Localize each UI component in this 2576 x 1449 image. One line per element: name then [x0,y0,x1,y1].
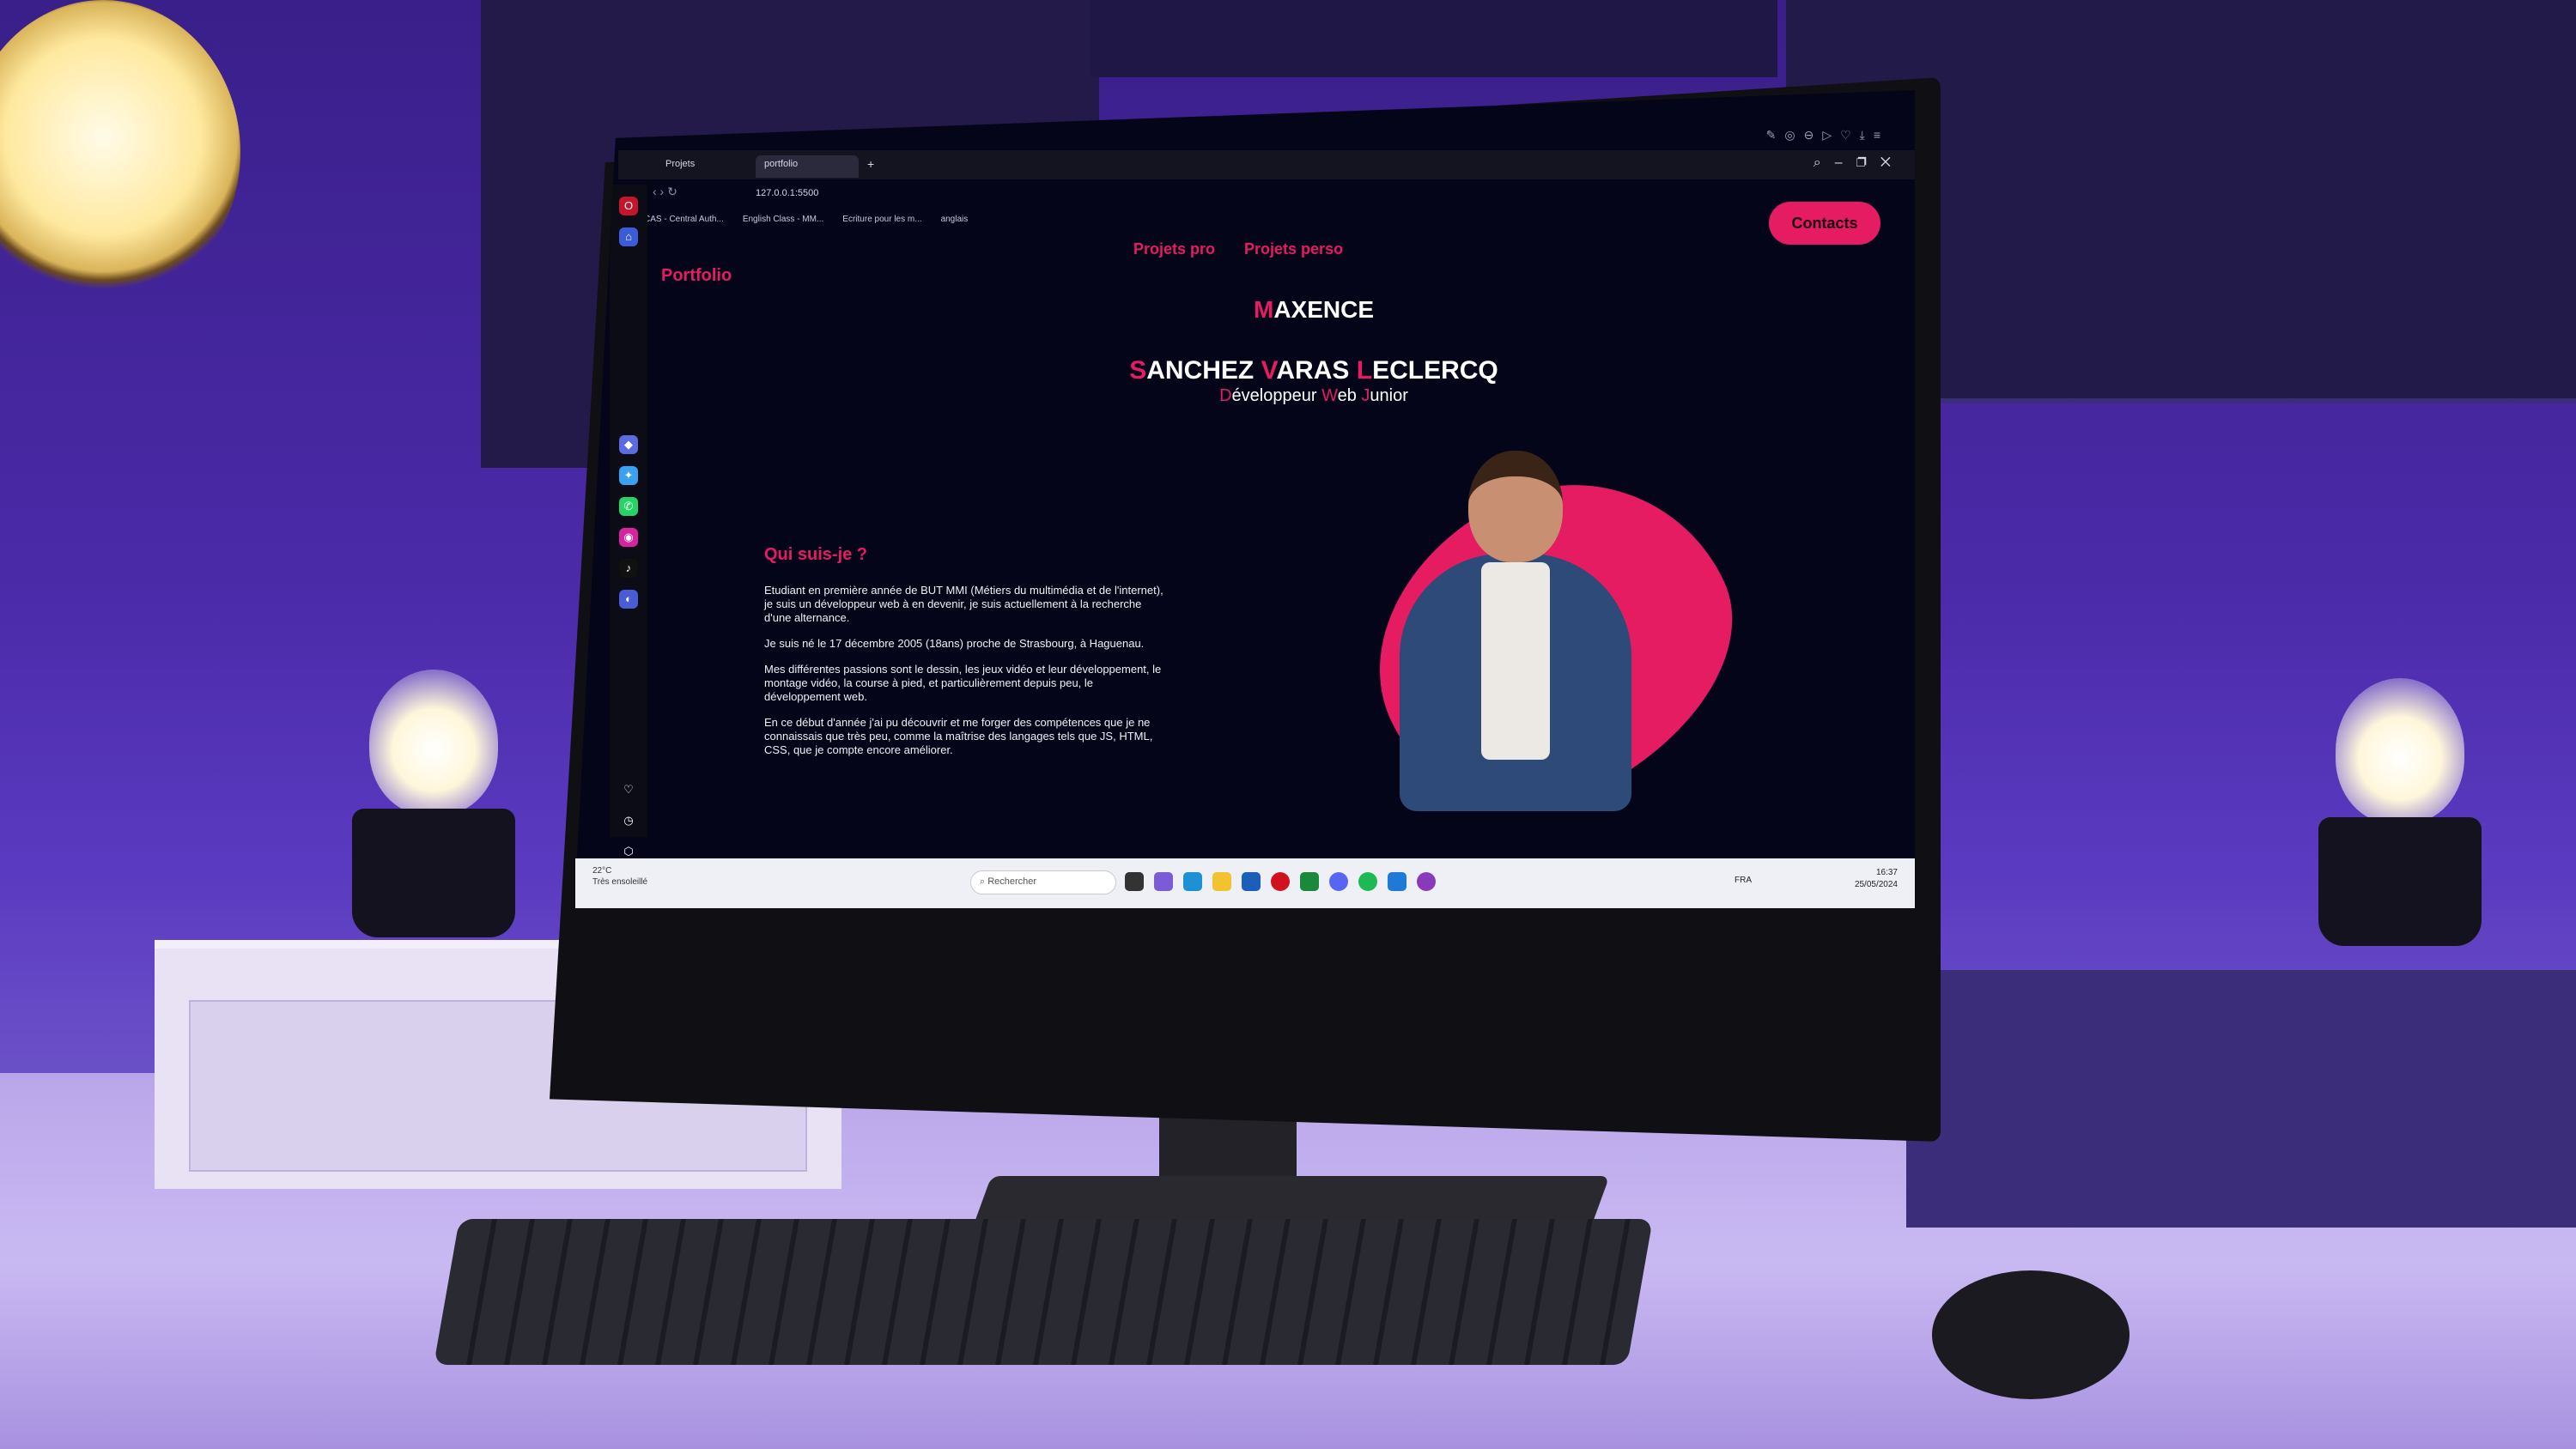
bulb-lamp-right [2318,678,2482,946]
tab-bar: Projets portfolio + ⌕–❐✕ [618,150,1915,179]
mouse [1932,1270,2129,1399]
heart-icon[interactable]: ♡ [619,780,638,799]
spotify-icon[interactable] [1358,872,1377,891]
tab-portfolio[interactable]: portfolio [756,155,859,178]
history-icon[interactable]: ◷ [619,811,638,830]
about-paragraph: Je suis né le 17 décembre 2005 (18ans) p… [764,637,1145,650]
about-section: Qui suis-je ? Etudiant en première année… [764,545,1168,769]
ai-icon[interactable]: ◆ [619,435,638,454]
vscode-icon[interactable] [1388,872,1406,891]
shelf-right [1906,970,2576,1228]
app-icon[interactable] [1417,872,1436,891]
ceiling-lamp [0,0,240,305]
clock[interactable]: 16:37 25/05/2024 [1855,867,1898,891]
weather-desc: Très ensoleillé [592,877,648,887]
clock-time: 16:37 [1875,868,1898,877]
screen: Projets portfolio + ⌕–❐✕ ✎◎⊖▷♡⤓≡ ‹ › ↻ 1… [575,90,1915,888]
opera-icon[interactable] [1271,872,1290,891]
bookmark-item[interactable]: CAS - Central Auth... [644,215,724,235]
language-indicator[interactable]: FRA [1735,876,1752,885]
window-controls[interactable]: ⌕–❐✕ [1814,155,1905,171]
wall-panel-mid [1091,0,1777,77]
discord-icon[interactable] [1329,872,1348,891]
explorer-icon[interactable] [1212,872,1231,891]
weather-temp: 22°C [592,866,612,876]
about-title: Qui suis-je ? [764,545,868,564]
search-icon: ⌕ [980,876,988,887]
whatsapp-icon[interactable]: ✆ [619,497,638,516]
instagram-icon[interactable]: ◉ [619,528,638,547]
about-paragraph: Etudiant en première année de BUT MMI (M… [764,584,1163,624]
toolbar-icons[interactable]: ✎◎⊖▷♡⤓≡ [1766,128,1889,142]
bookmark-item[interactable]: anglais [941,215,969,235]
tab-projets[interactable]: Projets [657,155,751,178]
clock-date: 25/05/2024 [1854,880,1898,889]
site-brand[interactable]: Portfolio [661,266,732,286]
last-name: SANCHEZ VARAS LECLERCQ [1129,356,1498,385]
messenger-icon[interactable]: ✦ [619,466,638,485]
task-view-icon[interactable] [1125,872,1144,891]
taskbar-search[interactable]: ⌕ Rechercher [970,870,1116,894]
opera-icon[interactable]: O [619,197,638,215]
nav-buttons[interactable]: ‹ › ↻ [653,185,677,198]
site-nav: Projets pro Projets perso [1133,240,1343,258]
nav-link-projets-pro[interactable]: Projets pro [1133,240,1215,258]
browser-sidebar: O ⌂ ◆ ✦ ✆ ◉ ♪ ◐ ♡ ◷ ⬡ … [610,185,647,888]
weather-widget[interactable]: 22°C Très ensoleillé [592,865,647,888]
store-icon[interactable] [1242,872,1261,891]
about-paragraph: Mes différentes passions sont le dessin,… [764,663,1162,703]
home-icon[interactable]: ⌂ [619,227,638,246]
nav-link-projets-perso[interactable]: Projets perso [1244,240,1343,258]
portrait-photo [1400,451,1631,811]
portrait-head [1468,451,1563,562]
bulb-lamp-left [352,670,515,937]
tiktok-icon[interactable]: ♪ [619,559,638,578]
bookmark-item[interactable]: English Class - MM... [743,215,823,235]
first-name: MAXENCE [1253,296,1375,323]
about-paragraph: En ce début d'année j'ai pu découvrir et… [764,716,1153,756]
hero-name: MAXENCE SANCHEZ VARAS LECLERCQ [1056,296,1571,385]
new-tab-button[interactable]: + [867,157,874,171]
edge-icon[interactable] [1183,872,1202,891]
app-icon[interactable] [1154,872,1173,891]
url-text[interactable]: 127.0.0.1:5500 [756,188,818,198]
job-title: Développeur Web Junior [1219,386,1408,405]
discord-icon[interactable]: ◐ [619,590,638,609]
contacts-button[interactable]: Contacts [1769,202,1880,245]
keyboard [434,1219,1653,1365]
taskbar: 22°C Très ensoleillé ⌕ Rechercher FRA 16… [575,858,1915,908]
bookmarks-bar: CAS - Central Auth... English Class - MM… [644,215,1245,235]
bookmark-item[interactable]: Ecriture pour les m... [842,215,921,235]
address-bar[interactable]: ‹ › ↻ 127.0.0.1:5500 [653,185,1013,209]
xbox-icon[interactable] [1300,872,1319,891]
portrait-shirt [1481,562,1550,760]
taskbar-apps [1125,872,1436,891]
